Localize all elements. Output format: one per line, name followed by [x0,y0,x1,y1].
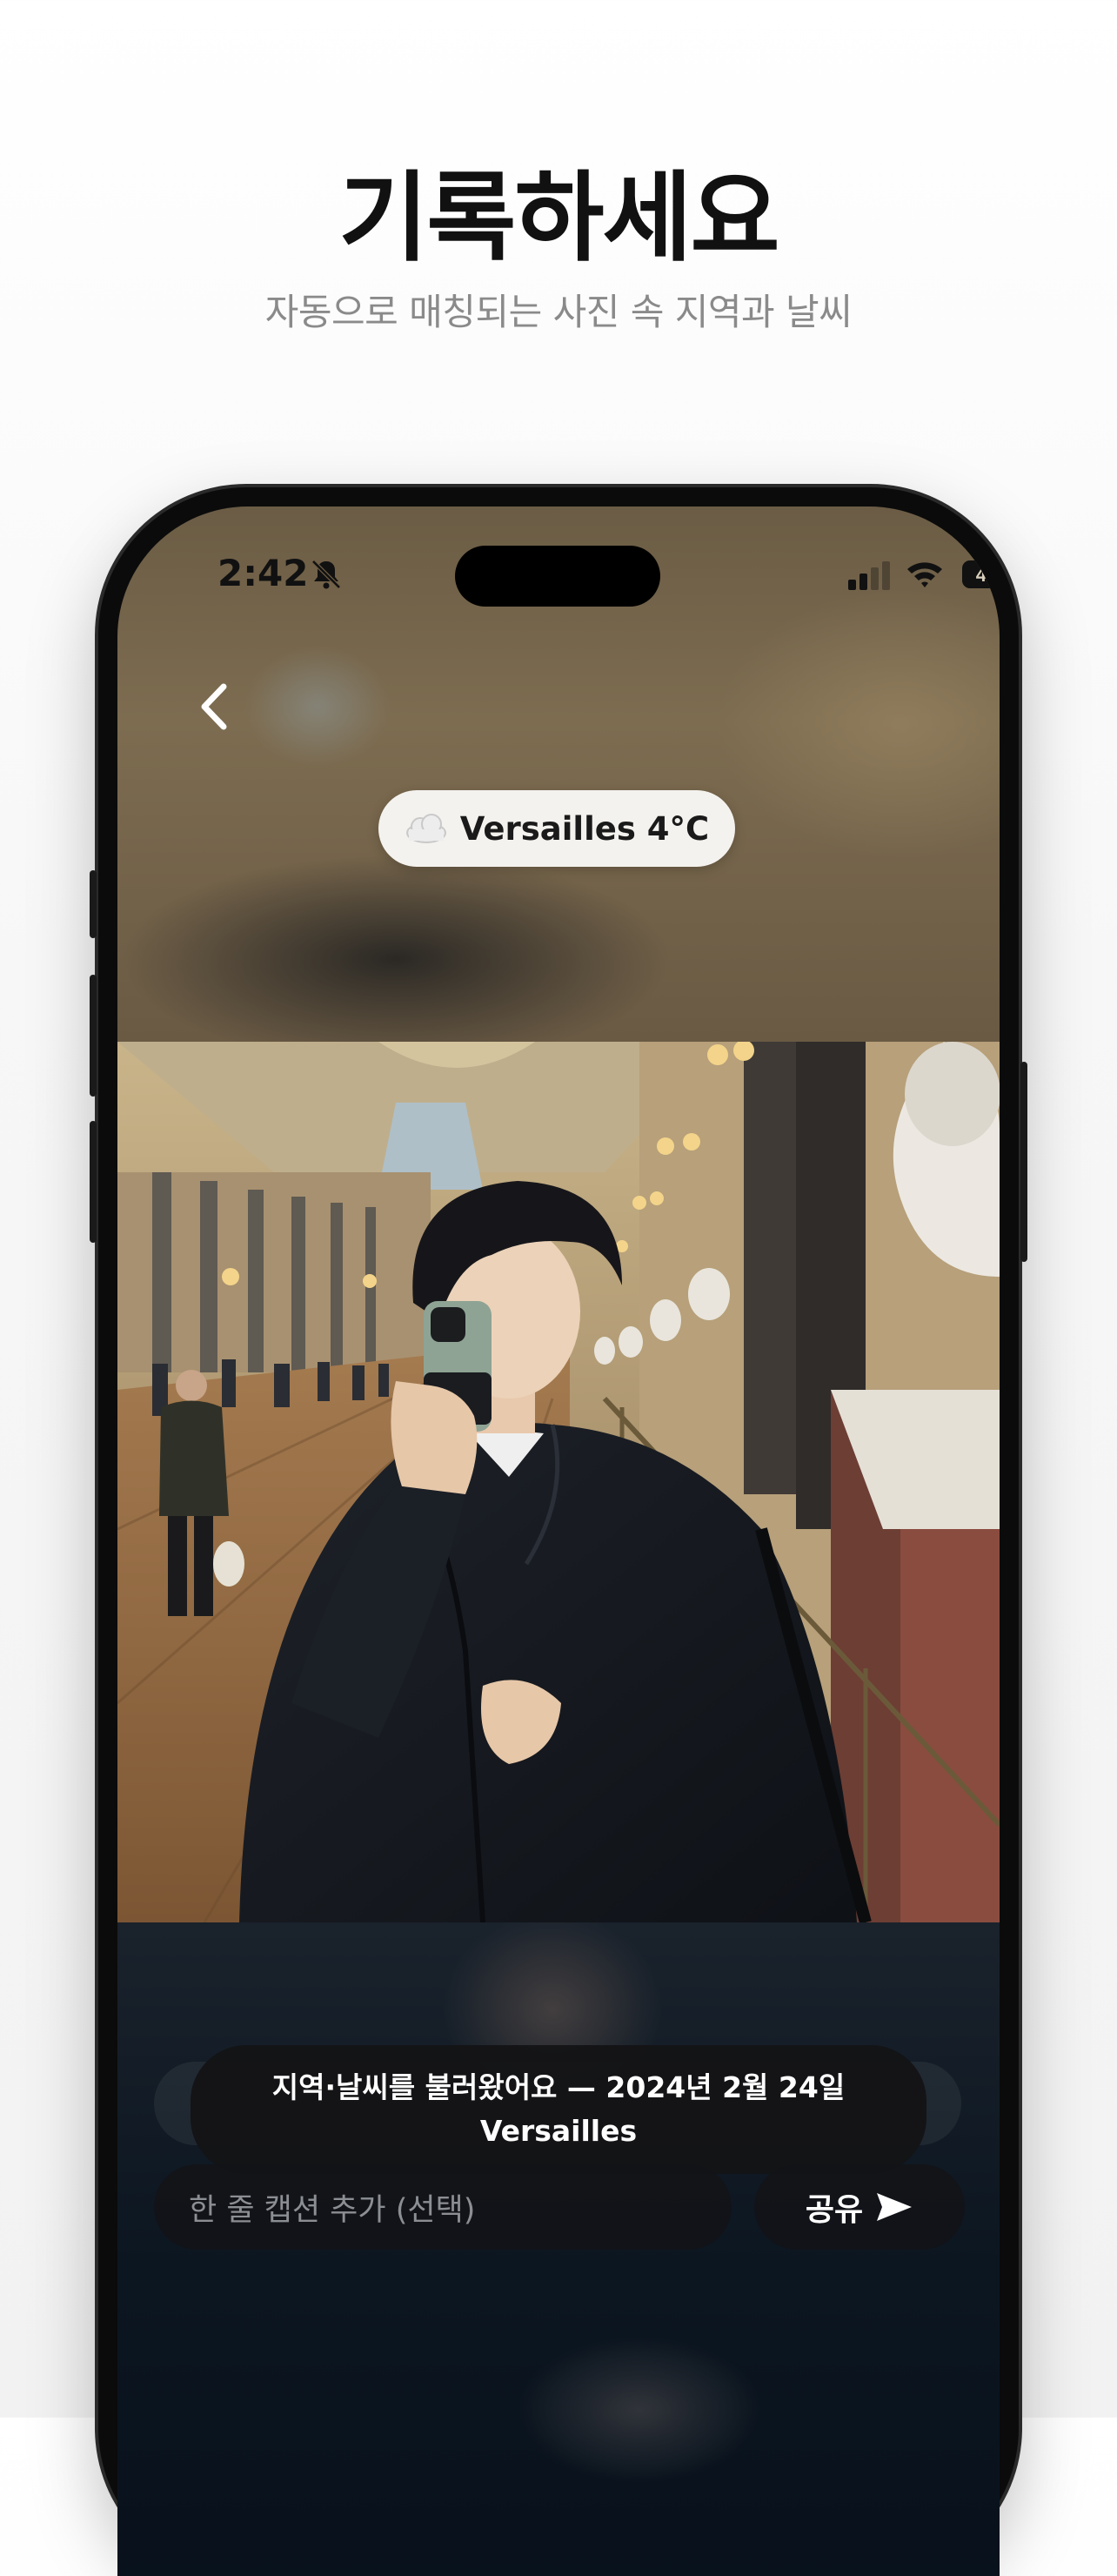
chevron-left-icon[interactable] [187,676,239,737]
phone-frame: 2:42 49 Versailles 4°C 지역·날씨를 불러왔어요 — 20… [90,487,1027,2576]
power-button [1020,1062,1027,1262]
toast-line-2: Versailles [479,2114,638,2148]
location-weather-toast: 지역·날씨를 불러왔어요 — 2024년 2월 24일 Versailles [191,2045,926,2174]
share-label: 공유 [805,2192,864,2228]
caption-placeholder: 한 줄 캡션 추가 (선택) [189,2192,476,2228]
app-screen: 2:42 49 Versailles 4°C 지역·날씨를 불러왔어요 — 20… [117,506,1000,2576]
status-time: 2:42 [217,552,309,594]
battery-percent: 49 [976,564,997,586]
selfie-photo [117,1042,1000,1922]
caption-input[interactable]: 한 줄 캡션 추가 (선택) [154,2164,732,2250]
cellular-signal-icon [848,561,890,590]
dynamic-island [455,546,660,607]
toast-line-1: 지역·날씨를 불러왔어요 — 2024년 2월 24일 [271,2070,846,2104]
promo-headline: 기록하세요 [338,162,779,275]
weather-location-pill[interactable]: Versailles 4°C [378,790,735,867]
photo-illustration [117,1042,1000,1922]
battery-icon: 49 [962,560,1000,588]
bell-slash-icon [311,560,341,589]
cloud-icon [405,814,446,843]
status-bar: 2:42 49 [117,506,1000,628]
share-button[interactable]: 공유 [754,2164,965,2250]
wifi-icon [907,562,942,587]
action-button [90,870,97,938]
volume-up-button [90,975,97,1097]
volume-down-button [90,1121,97,1243]
promo-subheadline: 자동으로 매칭되는 사진 속 지역과 날씨 [264,291,853,333]
send-arrow-icon [877,2193,913,2221]
weather-label: Versailles 4°C [459,809,710,848]
